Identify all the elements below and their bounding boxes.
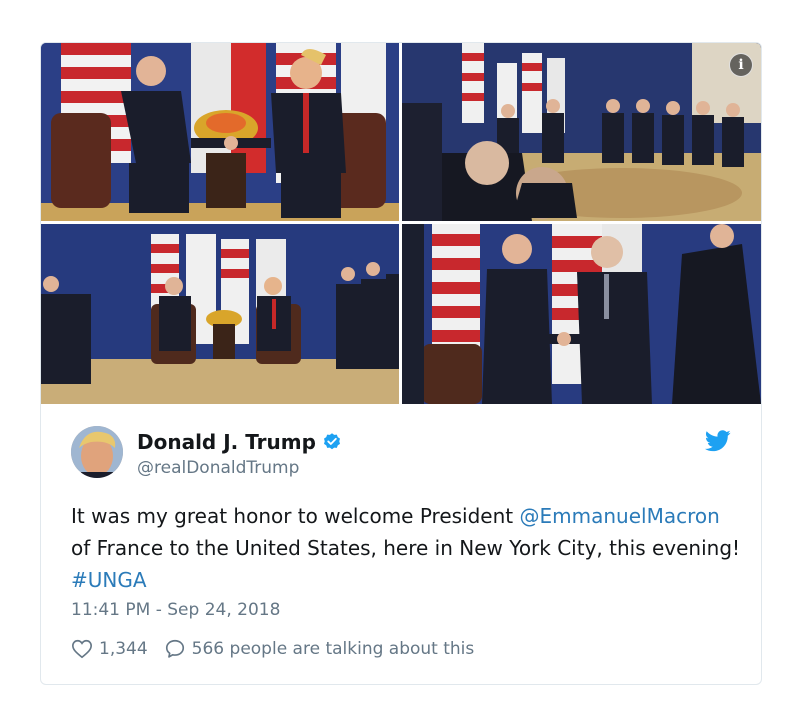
photo-handshake-vice-president[interactable] [402,224,761,404]
tweet-text: It was my great honor to welcome Preside… [71,500,741,596]
tweet-text-part1: It was my great honor to welcome Preside… [71,504,520,528]
photo-handshake-leaders[interactable] [41,43,399,221]
info-icon[interactable]: i [729,53,753,77]
tweet-actions: 1,344 566 people are talking about this [71,638,490,660]
avatar[interactable] [71,426,123,478]
display-name[interactable]: Donald J. Trump [137,430,316,454]
verified-badge-icon [323,433,340,450]
photo-leaders-seated[interactable] [41,224,399,404]
mention-link[interactable]: @EmmanuelMacron [520,504,720,528]
heart-icon [72,639,92,659]
name-row: Donald J. Trump [137,430,342,454]
speech-bubble-icon [165,639,184,658]
like-action[interactable]: 1,344 [71,638,148,660]
tweet-body: Donald J. Trump @realDonaldTrump It was … [41,404,761,684]
conversation-action[interactable]: 566 people are talking about this [164,638,475,660]
photo-meeting-room[interactable]: i [402,43,761,221]
twitter-bird-icon[interactable] [705,430,731,452]
like-count: 1,344 [99,639,148,659]
tweet-card: i Donald J. Trump @realDonaldTrump It wa… [40,42,762,685]
hashtag-link[interactable]: #UNGA [71,568,147,592]
tweet-timestamp[interactable]: 11:41 PM - Sep 24, 2018 [71,600,280,620]
user-handle[interactable]: @realDonaldTrump [137,458,299,478]
talking-count: 566 people are talking about this [191,639,475,659]
photo-grid: i [41,43,761,404]
tweet-text-part2: of France to the United States, here in … [71,536,741,560]
